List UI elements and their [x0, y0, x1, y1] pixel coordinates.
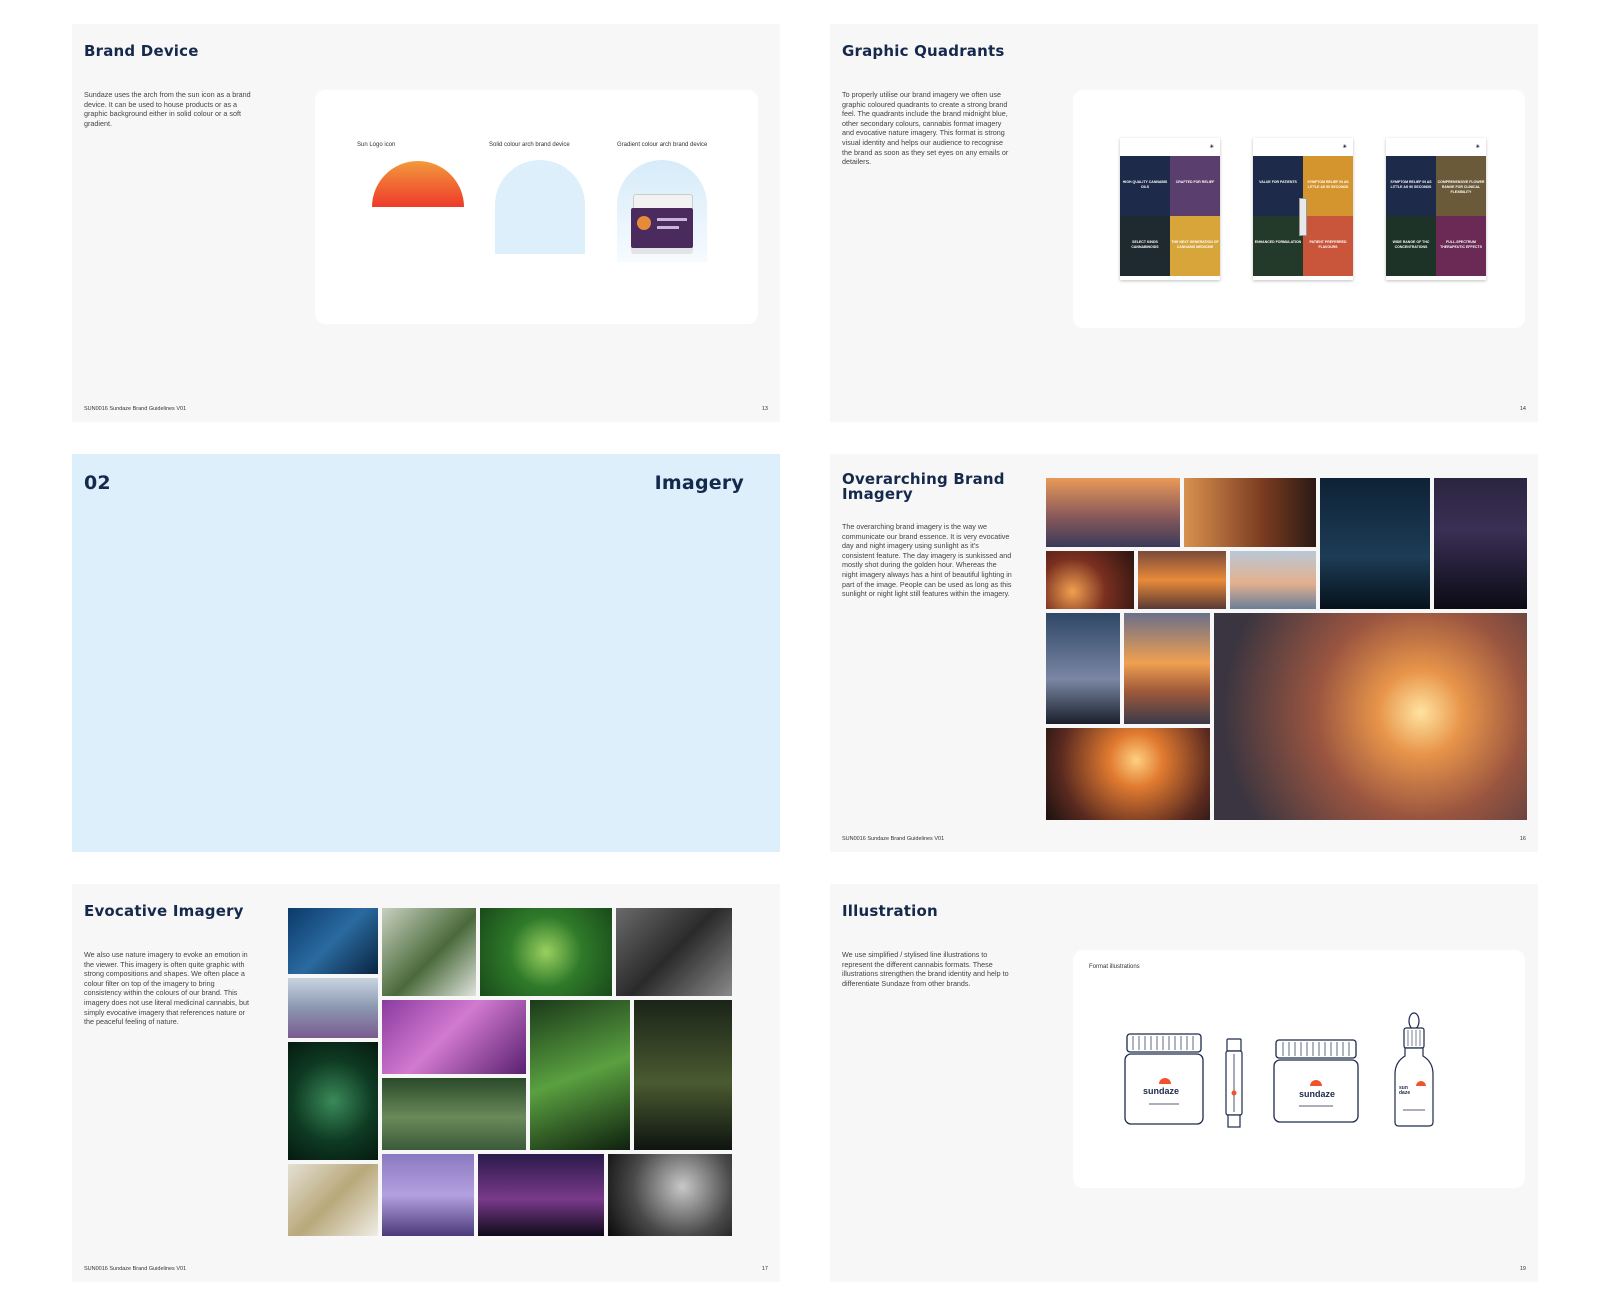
quad-label: PATIENT PREFERRED FLAVOURS: [1309, 240, 1347, 249]
page-title: Brand Device: [84, 42, 199, 60]
detailers-card: ☀ HIGH QUALITY CANNABIS OILS CRAFTED FOR…: [1073, 90, 1525, 328]
detailer-1: ☀ HIGH QUALITY CANNABIS OILS CRAFTED FOR…: [1120, 138, 1220, 280]
caption-gradient-arch: Gradient colour arch brand device: [617, 142, 708, 148]
quad-label: WIDE RANGE OF THC CONCENTRATIONS: [1392, 240, 1430, 249]
page-title: Illustration: [842, 902, 938, 920]
section-number: 02: [84, 472, 111, 494]
photo-ocean-sunset: [1124, 613, 1210, 724]
section-title: Imagery: [654, 472, 744, 494]
photo-person-sunset: [1046, 728, 1210, 820]
solid-arch-device: [495, 160, 585, 254]
photo-mountain-sunburst: [1214, 613, 1527, 820]
page-section-divider: 02 Imagery: [72, 454, 780, 852]
page-title: Graphic Quadrants: [842, 42, 1005, 60]
photo-white-flowers: [382, 1078, 526, 1150]
jar-illustration-icon: [1124, 1033, 1204, 1125]
photo-mountain-sunset: [1046, 478, 1180, 547]
photo-lavender-closeup: [382, 1154, 474, 1236]
sun-logo-icon: [372, 161, 464, 207]
wide-jar-illustration-icon: [1273, 1039, 1359, 1123]
body-text: We also use nature imagery to evoke an e…: [84, 950, 250, 1027]
quad-label: THE NEXT GENERATION OF CANNABIS MEDICINE: [1171, 240, 1219, 249]
page-title: Overarching Brand Imagery: [842, 470, 1005, 503]
cartridge-illustration-icon: [1225, 1038, 1243, 1128]
photo-green-leaf: [480, 908, 612, 996]
photo-lavender-field: [288, 978, 378, 1038]
detailer-2: ☀ VALUE FOR PATIENTS SYMPTOM RELIEF IN A…: [1253, 138, 1353, 280]
quad-label: ENHANCED FORMULATION: [1254, 240, 1302, 244]
page-evocative-imagery: Evocative Imagery We also use nature ima…: [72, 884, 780, 1282]
page-number: 17: [761, 1266, 768, 1272]
detailer-3: ☀ SYMPTOM RELIEF IN AS LITTLE AS 90 SECO…: [1386, 138, 1486, 280]
jar-logo-text: sundaze: [1143, 1086, 1180, 1096]
photo-monochrome-tree: [608, 1154, 732, 1236]
photo-purple-droplets: [382, 1000, 526, 1074]
page-overarching-imagery: Overarching Brand Imagery The overarchin…: [830, 454, 1538, 852]
body-text: The overarching brand imagery is the way…: [842, 522, 1012, 599]
product-jar-image: [631, 194, 693, 256]
dropper-bottle-illustration-icon: [1394, 1012, 1434, 1127]
quad-label: CRAFTED FOR RELIEF: [1175, 180, 1215, 184]
photo-water-ripples: [288, 908, 378, 974]
brand-device-card: Sun Logo icon Solid colour arch brand de…: [315, 90, 758, 324]
caption-sun-logo: Sun Logo icon: [357, 142, 396, 148]
footer-text: SUN0016 Sundaze Brand Guidelines V01: [84, 1266, 187, 1272]
illustrations-card: Format illustrations sundaze sundaze sun…: [1073, 950, 1525, 1188]
page-number: 13: [761, 406, 768, 412]
photo-hands-sunlight: [1184, 478, 1316, 547]
quad-label: HIGH QUALITY CANNABIS OILS: [1122, 180, 1168, 189]
page-illustration: Illustration We use simplified / stylise…: [830, 884, 1538, 1282]
quad-label: COMPREHENSIVE FLOWER RANGE FOR CLINICAL …: [1437, 180, 1485, 194]
caption-solid-arch: Solid colour arch brand device: [489, 142, 570, 148]
body-text: We use simplified / stylised line illust…: [842, 950, 1009, 988]
vape-cartridge-image: [1299, 198, 1307, 236]
photo-campfire-light: [1046, 551, 1134, 609]
page-graphic-quadrants: Graphic Quadrants To properly utilise ou…: [830, 24, 1538, 422]
page-number: 16: [1519, 836, 1526, 842]
bottle-logo-text: sun daze: [1399, 1085, 1411, 1096]
sundaze-logo-icon: ☀: [1209, 144, 1214, 150]
photo-purple-night-sky: [478, 1154, 604, 1236]
photo-cannabis-leaves: [382, 908, 476, 996]
quad-label: FULL-SPECTRUM THERAPEUTIC EFFECTS: [1440, 240, 1482, 249]
quad-label: SELECT KINDS CANNABINOIDS: [1131, 240, 1159, 249]
photo-sea-haze: [1230, 551, 1316, 609]
photo-monstera-leaf: [530, 1000, 630, 1150]
photo-grey-feathers: [616, 908, 732, 996]
page-number: 19: [1519, 1266, 1526, 1272]
footer-text: SUN0016 Sundaze Brand Guidelines V01: [84, 406, 187, 412]
quad-label: SYMPTOM RELIEF IN AS LITTLE AS 90 SECOND…: [1307, 180, 1349, 189]
body-text: To properly utilise our brand imagery we…: [842, 90, 1009, 167]
photo-dark-fern: [288, 1042, 378, 1160]
quad-label: SYMPTOM RELIEF IN AS LITTLE AS 90 SECOND…: [1390, 180, 1432, 189]
gradient-arch-device: [617, 160, 707, 262]
photo-dry-grass: [288, 1164, 378, 1236]
page-brand-device: Brand Device Sundaze uses the arch from …: [72, 24, 780, 422]
photo-milky-way: [1434, 478, 1527, 609]
body-text: Sundaze uses the arch from the sun icon …: [84, 90, 251, 128]
photo-night-stars: [1320, 478, 1430, 609]
jar-logo-text: sundaze: [1299, 1089, 1336, 1099]
photo-moon-silhouette: [1046, 613, 1120, 724]
caption-format-illustrations: Format illustrations: [1089, 964, 1140, 970]
footer-text: SUN0016 Sundaze Brand Guidelines V01: [842, 836, 945, 842]
sundaze-logo-icon: ☀: [1475, 144, 1480, 150]
page-title: Evocative Imagery: [84, 902, 244, 920]
photo-dark-foliage: [634, 1000, 732, 1150]
sundaze-logo-icon: ☀: [1342, 144, 1347, 150]
quad-label: VALUE FOR PATIENTS: [1259, 180, 1297, 184]
page-number: 14: [1519, 406, 1526, 412]
photo-clouds-sunset: [1138, 551, 1226, 609]
